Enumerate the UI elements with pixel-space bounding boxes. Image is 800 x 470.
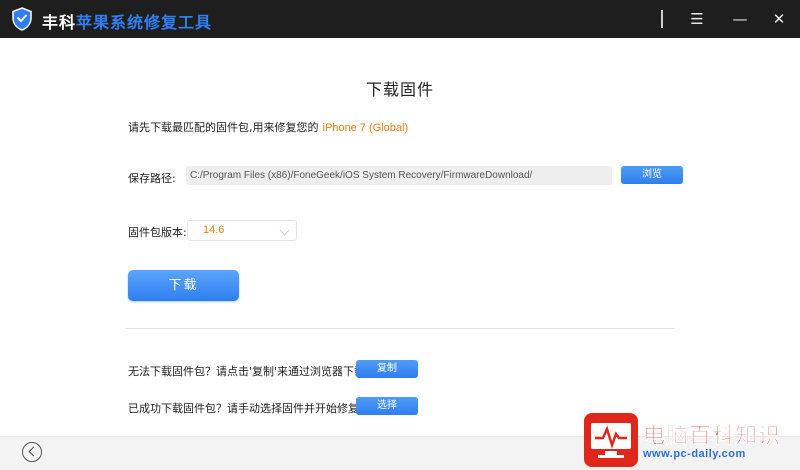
titlebar-separator xyxy=(661,10,663,28)
copy-button[interactable]: 复制 xyxy=(356,360,418,378)
watermark-title: 电脑百科知识 xyxy=(643,424,782,450)
close-icon[interactable]: ✕ xyxy=(765,6,793,32)
select-button[interactable]: 选择 xyxy=(356,397,418,415)
app-title: 丰科苹果系统修复工具 xyxy=(42,13,213,32)
divider xyxy=(125,328,675,329)
watermark-url: www.pc-daily.com xyxy=(643,448,746,460)
firmware-version-select[interactable]: 14.6 xyxy=(187,220,297,241)
page-title: 下载固件 xyxy=(365,80,434,99)
browse-button[interactable]: 浏览 xyxy=(621,166,683,184)
shield-logo-icon xyxy=(12,7,32,31)
save-path-field[interactable]: C:/Program Files (x86)/FoneGeek/iOS Syst… xyxy=(186,166,612,185)
select-hint: 已成功下载固件包？请手动选择固件并开始修复 xyxy=(128,402,359,415)
watermark: 电脑百科知识 www.pc-daily.com xyxy=(583,412,797,468)
device-model: iPhone 7 (Global) xyxy=(322,122,409,134)
firmware-version-label: 固件包版本: xyxy=(128,226,187,239)
back-button[interactable] xyxy=(22,442,42,462)
download-button[interactable]: 下载 xyxy=(128,270,239,301)
title-bar: 丰科苹果系统修复工具 ☰ — ✕ xyxy=(0,0,800,38)
copy-hint: 无法下载固件包？请点击'复制'来通过浏览器下载 xyxy=(128,365,366,378)
firmware-version-value: 14.6 xyxy=(203,224,225,236)
save-path-label: 保存路径: xyxy=(128,172,176,185)
intro-text: 请先下载最匹配的固件包,用来修复您的 iPhone 7 (Global) xyxy=(128,121,409,134)
chevron-down-icon xyxy=(279,225,290,236)
menu-icon[interactable]: ☰ xyxy=(683,6,711,32)
minimize-icon[interactable]: — xyxy=(726,6,754,32)
chevron-left-icon xyxy=(28,446,39,457)
monitor-logo-icon xyxy=(584,413,638,467)
